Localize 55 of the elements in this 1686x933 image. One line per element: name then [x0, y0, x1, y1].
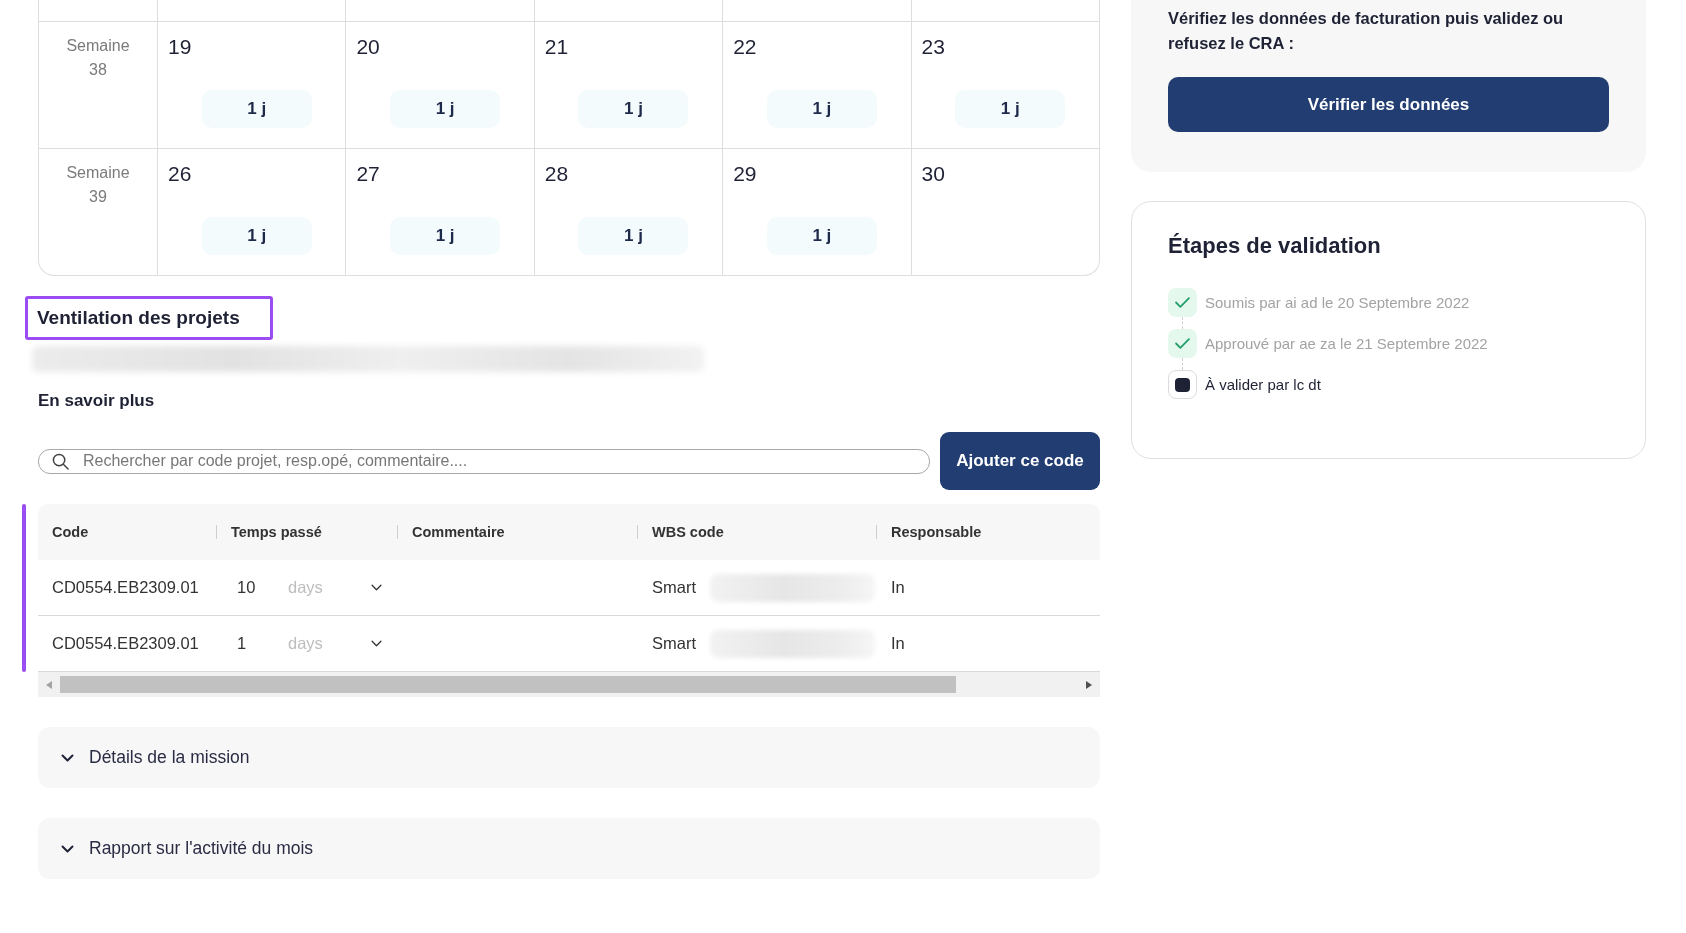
table-cell: Smart	[652, 634, 696, 653]
chevron-down-icon	[371, 584, 382, 591]
billing-instructions: Vérifiez les données de facturation puis validez ou refusez le CRA :	[1168, 8, 1565, 54]
days-worked: 1 j	[955, 90, 1066, 128]
time-input[interactable]: 1	[237, 634, 288, 653]
day-number: 20	[356, 34, 380, 60]
week-number: 38	[89, 60, 107, 80]
column-header: Temps passé	[231, 524, 322, 540]
table-cell: CD0554.EB2309.01	[52, 634, 199, 653]
day-number: 28	[544, 161, 569, 187]
left-arrow-icon[interactable]	[46, 680, 52, 689]
validation-step: Soumis par ai ad le 20 Septembre 2022	[1205, 294, 1470, 311]
right-arrow-icon[interactable]	[1086, 680, 1092, 689]
column-header: Code	[52, 524, 89, 540]
days-worked: 1 j	[201, 217, 312, 255]
learn-more-link[interactable]: En savoir plus	[38, 390, 155, 412]
day-number: 26	[168, 161, 192, 187]
section-title: Ventilation des projets	[25, 296, 273, 340]
search-field[interactable]: Rechercher par code projet, resp.opé, commentaire....	[38, 448, 930, 474]
table-cell: CD0554.EB2309.01	[52, 578, 199, 597]
scrollbar-thumb[interactable]	[60, 676, 956, 693]
table-cell: Smart	[652, 578, 696, 597]
validation-step: À valider par lc dt	[1205, 376, 1321, 393]
verify-button[interactable]: Vérifier les données	[1168, 77, 1609, 132]
day-number: 22	[733, 34, 757, 60]
accordion-header[interactable]: Rapport sur l'activité du mois	[38, 818, 1100, 879]
chevron-down-icon	[371, 640, 382, 647]
week-number: 39	[89, 187, 107, 207]
accordion-header[interactable]: Détails de la mission	[38, 727, 1100, 788]
column-header: Responsable	[891, 524, 982, 540]
days-worked: 1 j	[578, 217, 689, 255]
table-cell: In	[891, 634, 905, 653]
day-number: 21	[544, 34, 569, 60]
week-label: Semaine	[66, 36, 130, 56]
column-header: Commentaire	[412, 524, 505, 540]
days-worked: 1 j	[766, 217, 877, 255]
horizontal-scrollbar[interactable]	[38, 672, 1100, 697]
column-header: WBS code	[652, 524, 724, 540]
week-label: Semaine	[66, 163, 130, 183]
day-number: 29	[733, 161, 757, 187]
day-number: 30	[921, 161, 945, 187]
days-worked: 1 j	[390, 90, 501, 128]
time-input[interactable]: 10	[237, 578, 288, 597]
add-code-button[interactable]: Ajouter ce code	[940, 432, 1100, 490]
days-worked: 1 j	[201, 90, 312, 128]
search-icon	[52, 452, 69, 470]
day-number: 19	[168, 34, 192, 60]
days-worked: 1 j	[766, 90, 877, 128]
day-number: 27	[356, 161, 380, 187]
day-number: 23	[921, 34, 945, 60]
validation-step: Approuvé par ae za le 21 Septembre 2022	[1205, 335, 1488, 352]
days-worked: 1 j	[390, 217, 501, 255]
table-cell: In	[891, 578, 905, 597]
card-title: Étapes de validation	[1168, 233, 1382, 259]
days-worked: 1 j	[578, 90, 689, 128]
